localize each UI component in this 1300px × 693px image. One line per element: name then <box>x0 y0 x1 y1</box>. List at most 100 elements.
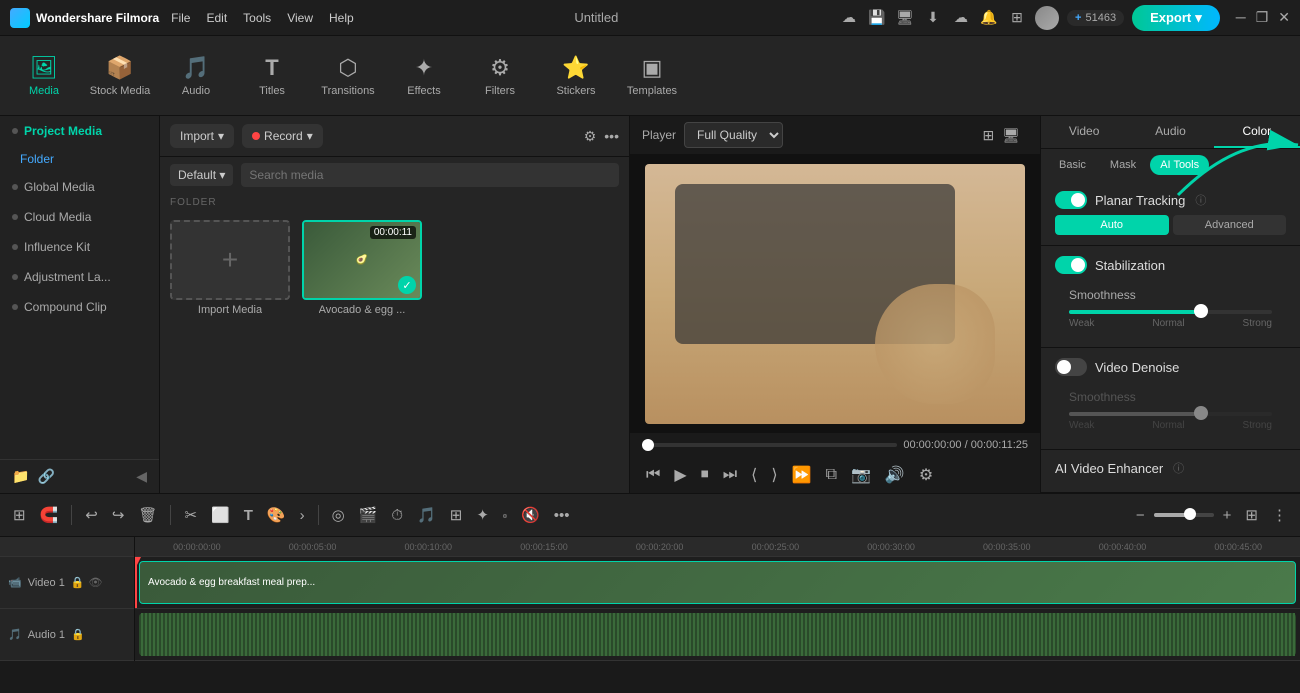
sidebar-item-compound-clip[interactable]: Compound Clip <box>0 292 159 322</box>
audio-edit-button[interactable]: 🎵 <box>412 502 441 528</box>
import-media-item[interactable]: + Import Media <box>170 220 290 316</box>
quality-select[interactable]: Full Quality <box>684 122 783 148</box>
more2-button[interactable]: ••• <box>549 503 575 528</box>
menu-file[interactable]: File <box>171 11 190 25</box>
more-options-icon[interactable]: ••• <box>604 128 619 144</box>
eye-icon[interactable]: 👁 <box>89 576 103 589</box>
tool-titles[interactable]: T Titles <box>236 40 308 112</box>
multicam-button[interactable]: ⊞ <box>445 502 468 528</box>
zoom-thumb[interactable] <box>1184 508 1196 520</box>
tool-filters[interactable]: ⚙ Filters <box>464 40 536 112</box>
ai-button[interactable]: ✦ <box>471 502 494 528</box>
silence-detect-button[interactable]: 🔇 <box>516 502 545 528</box>
new-folder-icon[interactable]: 📁 <box>12 468 29 485</box>
more-edit-button[interactable]: › <box>295 503 310 528</box>
cloud-icon[interactable]: ☁ <box>839 8 859 28</box>
redo-button[interactable]: ↪ <box>107 502 130 528</box>
color-button[interactable]: 🎨 <box>262 502 291 528</box>
tool-stickers[interactable]: ⭐ Stickers <box>540 40 612 112</box>
settings-button[interactable]: ⚙ <box>915 461 937 489</box>
tab-video[interactable]: Video <box>1041 116 1127 148</box>
next-frame-button[interactable]: ⏭ <box>719 462 741 488</box>
tool-transitions[interactable]: ⬡ Transitions <box>312 40 384 112</box>
snap-button[interactable]: ⊞ <box>8 502 31 528</box>
text-button[interactable]: T <box>239 503 258 528</box>
zoom-out-button[interactable]: − <box>1131 503 1150 528</box>
minimize-button[interactable]: ─ <box>1236 9 1246 26</box>
mark-in-button[interactable]: ⟨ <box>747 461 761 489</box>
link-icon[interactable]: 🔗 <box>37 468 54 485</box>
slider-thumb-1[interactable] <box>1194 304 1208 318</box>
close-button[interactable]: ✕ <box>1278 9 1290 26</box>
stop-button[interactable]: ⏹ <box>697 462 713 488</box>
sidebar-item-influence-kit[interactable]: Influence Kit <box>0 232 159 262</box>
lock-icon[interactable]: 🔒 <box>71 576 85 589</box>
tool-media[interactable]: 🖼 Media <box>8 40 80 112</box>
zoom-slider[interactable] <box>1154 513 1214 517</box>
record-button[interactable]: Record ▾ <box>242 124 323 148</box>
slider-thumb-2[interactable] <box>1194 406 1208 420</box>
auto-button[interactable]: Auto <box>1055 215 1169 235</box>
prev-frame-button[interactable]: ⏮ <box>642 462 664 488</box>
grid-layout-button[interactable]: ⊞ <box>1240 502 1263 528</box>
import-button[interactable]: Import ▾ <box>170 124 234 148</box>
menu-help[interactable]: Help <box>329 11 354 25</box>
subtab-mask[interactable]: Mask <box>1100 155 1146 175</box>
grid-icon[interactable]: ⊞ <box>982 127 994 144</box>
search-input[interactable] <box>241 163 619 187</box>
audio-lock-icon[interactable]: 🔒 <box>71 628 85 641</box>
tool-templates[interactable]: ▣ Templates <box>616 40 688 112</box>
monitor-icon[interactable]: 🖥 <box>895 8 915 28</box>
crop-button[interactable]: ⬜ <box>206 502 235 528</box>
menu-view[interactable]: View <box>287 11 313 25</box>
subtab-basic[interactable]: Basic <box>1049 155 1096 175</box>
video-media-item[interactable]: 🥑 00:00:11 ✓ Avocado & egg ... <box>302 220 422 316</box>
sidebar-item-global-media[interactable]: Global Media <box>0 172 159 202</box>
subtitle-button[interactable]: ⬞ <box>498 503 512 528</box>
save-icon[interactable]: 💾 <box>867 8 887 28</box>
tool-audio[interactable]: 🎵 Audio <box>160 40 232 112</box>
tool-effects[interactable]: ✦ Effects <box>388 40 460 112</box>
sidebar-folder[interactable]: Folder <box>0 146 159 172</box>
menu-edit[interactable]: Edit <box>206 11 227 25</box>
video-denoise-toggle[interactable] <box>1055 358 1087 376</box>
zoom-in-button[interactable]: + <box>1218 503 1237 528</box>
sidebar-item-adjustment-layer[interactable]: Adjustment La... <box>0 262 159 292</box>
points-badge[interactable]: + 51463 <box>1067 10 1124 26</box>
smoothness-slider-1[interactable] <box>1069 310 1272 314</box>
sidebar-item-cloud-media[interactable]: Cloud Media <box>0 202 159 232</box>
progress-thumb[interactable] <box>642 439 654 451</box>
forward-button[interactable]: ⏩ <box>788 461 816 489</box>
volume-button[interactable]: 🔊 <box>881 461 909 489</box>
collapse-sidebar-button[interactable]: ◀ <box>136 468 147 485</box>
ai-enhancer-info-icon[interactable]: ⓘ <box>1173 460 1184 476</box>
cut-button[interactable]: ✂ <box>179 502 202 528</box>
avatar[interactable] <box>1035 6 1059 30</box>
audio-clip[interactable] <box>139 613 1296 656</box>
snapshot-button[interactable]: 📷 <box>847 461 875 489</box>
progress-bar[interactable] <box>642 443 897 447</box>
menu-tools[interactable]: Tools <box>243 11 271 25</box>
bell-icon[interactable]: 🔔 <box>979 8 999 28</box>
advanced-button[interactable]: Advanced <box>1173 215 1287 235</box>
filter-icon[interactable]: ⚙ <box>584 128 597 145</box>
keyframe-button[interactable]: ◎ <box>327 502 350 528</box>
undo-button[interactable]: ↩ <box>80 502 103 528</box>
fullscreen-icon[interactable]: 🖥 <box>1002 127 1020 144</box>
magnet-button[interactable]: 🧲 <box>35 502 64 528</box>
default-select[interactable]: Default ▾ <box>170 164 233 186</box>
mark-out-button[interactable]: ⟩ <box>767 461 781 489</box>
smoothness-slider-2[interactable] <box>1069 412 1272 416</box>
play-button[interactable]: ▶ <box>670 461 690 489</box>
delete-button[interactable]: 🗑 <box>133 502 162 528</box>
planar-tracking-toggle[interactable] <box>1055 191 1087 209</box>
download-icon[interactable]: ⬇ <box>923 8 943 28</box>
speed-button[interactable]: ⏱ <box>386 503 408 528</box>
export-button[interactable]: Export ▾ <box>1132 5 1220 31</box>
video-clip[interactable]: Avocado & egg breakfast meal prep... <box>139 561 1296 604</box>
tool-stock-media[interactable]: 📦 Stock Media <box>84 40 156 112</box>
maximize-button[interactable]: ❐ <box>1256 9 1269 26</box>
apps-icon[interactable]: ⊞ <box>1007 8 1027 28</box>
clip-button[interactable]: 🎬 <box>354 502 383 528</box>
cloud2-icon[interactable]: ☁ <box>951 8 971 28</box>
